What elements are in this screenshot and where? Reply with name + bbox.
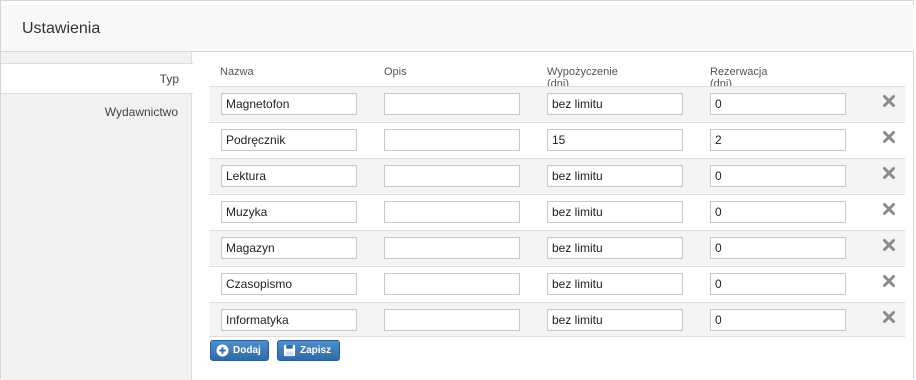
- sidebar-item-wydawnictwo[interactable]: Wydawnictwo: [1, 97, 192, 128]
- name-input[interactable]: [221, 201, 357, 223]
- panel-header: Ustawienia: [1, 5, 914, 52]
- reservation-days-input[interactable]: [710, 201, 846, 223]
- loan-days-input[interactable]: [547, 201, 683, 223]
- delete-row-icon[interactable]: [882, 130, 896, 144]
- reservation-days-input[interactable]: [710, 129, 846, 151]
- table-row: [209, 194, 905, 229]
- delete-row-icon[interactable]: [882, 94, 896, 108]
- description-input[interactable]: [384, 165, 520, 187]
- sidebar-item-label: Typ: [159, 72, 179, 86]
- table-row: [209, 122, 905, 157]
- description-input[interactable]: [384, 309, 520, 331]
- sidebar-item-typ[interactable]: Typ: [1, 63, 193, 94]
- loan-days-input[interactable]: [547, 129, 683, 151]
- table-row: [209, 230, 905, 265]
- table-row: [209, 86, 905, 121]
- name-input[interactable]: [221, 309, 357, 331]
- add-button-label: Dodaj: [233, 345, 261, 356]
- loan-days-input[interactable]: [547, 165, 683, 187]
- name-input[interactable]: [221, 129, 357, 151]
- floppy-disk-icon: [283, 344, 296, 357]
- name-input[interactable]: [221, 237, 357, 259]
- name-input[interactable]: [221, 165, 357, 187]
- description-input[interactable]: [384, 129, 520, 151]
- table-row: [209, 302, 905, 337]
- save-button-label: Zapisz: [300, 345, 332, 356]
- description-input[interactable]: [384, 93, 520, 115]
- table-row: [209, 266, 905, 301]
- delete-row-icon[interactable]: [882, 310, 896, 324]
- loan-days-input[interactable]: [547, 273, 683, 295]
- loan-days-input[interactable]: [547, 309, 683, 331]
- column-header-opis: Opis: [384, 66, 407, 78]
- table-row: [209, 158, 905, 193]
- column-header-nazwa: Nazwa: [220, 66, 254, 78]
- loan-days-input[interactable]: [547, 93, 683, 115]
- delete-row-icon[interactable]: [882, 202, 896, 216]
- name-input[interactable]: [221, 93, 357, 115]
- page-title: Ustawienia: [22, 20, 101, 37]
- name-input[interactable]: [221, 273, 357, 295]
- settings-sidebar: Typ Wydawnictwo: [1, 52, 193, 380]
- loan-days-input[interactable]: [547, 237, 683, 259]
- description-input[interactable]: [384, 201, 520, 223]
- description-input[interactable]: [384, 273, 520, 295]
- reservation-days-input[interactable]: [710, 93, 846, 115]
- plus-circle-icon: [216, 344, 229, 357]
- reservation-days-input[interactable]: [710, 309, 846, 331]
- sidebar-item-label: Wydawnictwo: [104, 105, 178, 119]
- delete-row-icon[interactable]: [882, 238, 896, 252]
- settings-panel: Ustawienia Typ Wydawnictwo Nazwa Opis Wy…: [0, 0, 914, 380]
- delete-row-icon[interactable]: [882, 274, 896, 288]
- save-button[interactable]: Zapisz: [277, 340, 340, 361]
- add-button[interactable]: Dodaj: [210, 340, 269, 361]
- delete-row-icon[interactable]: [882, 166, 896, 180]
- description-input[interactable]: [384, 237, 520, 259]
- reservation-days-input[interactable]: [710, 273, 846, 295]
- reservation-days-input[interactable]: [710, 165, 846, 187]
- reservation-days-input[interactable]: [710, 237, 846, 259]
